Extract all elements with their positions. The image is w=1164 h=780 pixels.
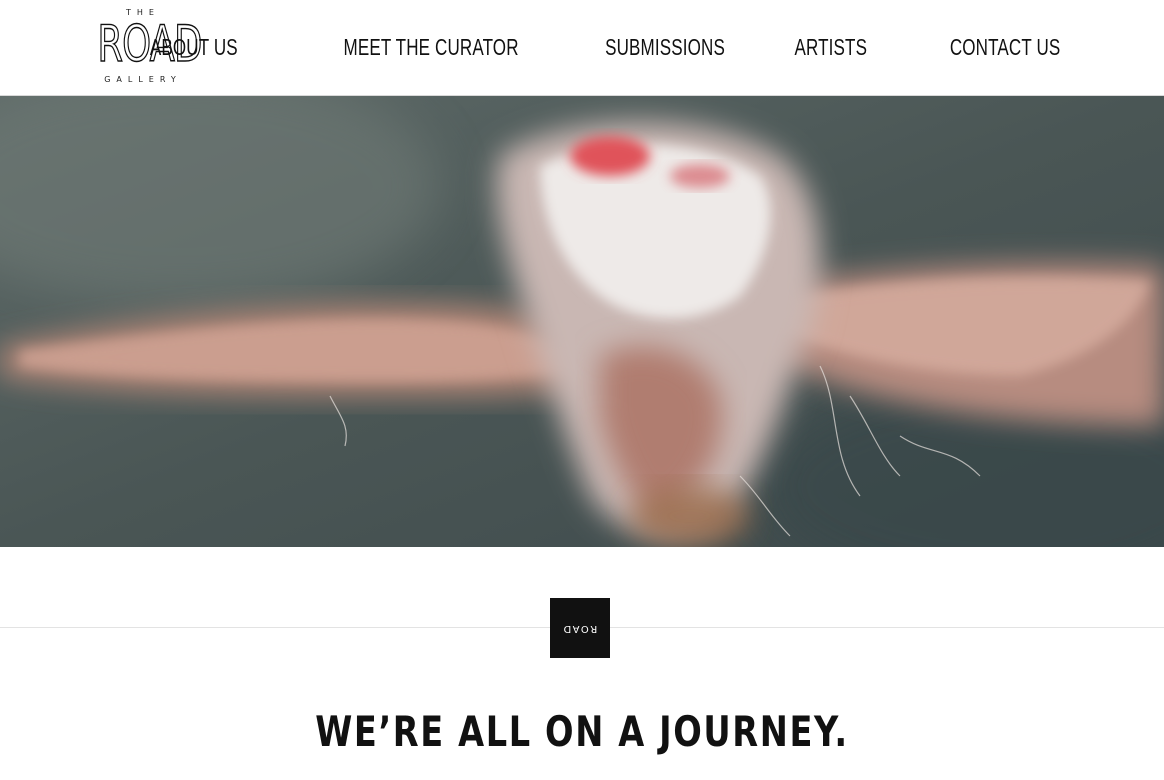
nav-submissions[interactable]: SUBMISSIONS — [605, 30, 725, 64]
hero-painting — [0, 96, 1164, 547]
nav-meet-the-curator[interactable]: MEET THE CURATOR — [343, 30, 518, 64]
main-nav: ABOUT US MEET THE CURATOR SUBMISSIONS AR… — [119, 30, 1060, 64]
page-tagline: WE’RE ALL ON A JOURNEY. — [315, 707, 849, 756]
nav-contact-us[interactable]: CONTACT US — [949, 30, 1060, 64]
logo-bottom-text: GALLERY — [104, 75, 182, 84]
road-badge-label: ROAD — [562, 622, 598, 634]
road-badge: ROAD — [550, 598, 610, 658]
nav-artists[interactable]: ARTISTS — [794, 30, 867, 64]
nav-about-us[interactable]: ABOUT US — [150, 30, 238, 64]
hero-artwork-image — [0, 96, 1164, 547]
site-header: THE ROAD GALLERY ABOUT US MEET THE CURAT… — [0, 0, 1164, 96]
